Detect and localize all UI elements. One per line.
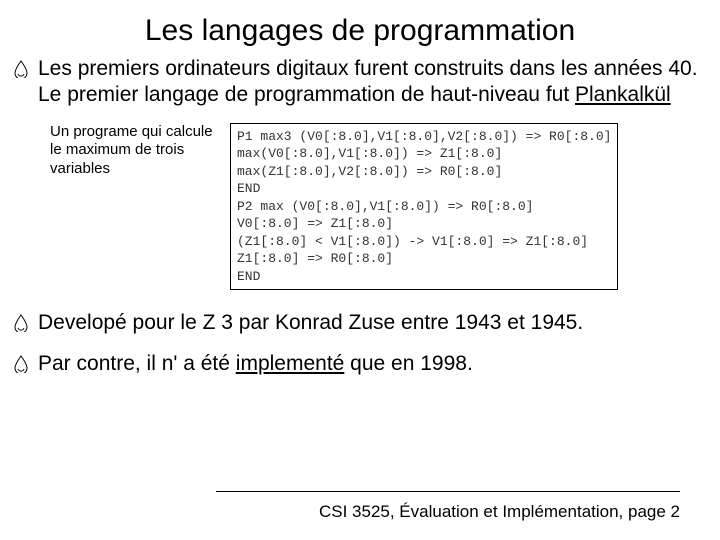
droplet-icon bbox=[14, 351, 38, 373]
bullet-item: Par contre, il n' a été implementé que e… bbox=[14, 351, 706, 377]
bullet-text: Les premiers ordinateurs digitaux furent… bbox=[38, 56, 706, 109]
bullet-text: Developé pour le Z 3 par Konrad Zuse ent… bbox=[38, 310, 706, 336]
example-caption: Un programe qui calcule le maximum de tr… bbox=[50, 123, 230, 179]
text-segment: que en 1998. bbox=[344, 352, 472, 375]
link-text[interactable]: implementé bbox=[236, 352, 345, 375]
footer-text: CSI 3525, Évaluation et Implémentation, … bbox=[319, 502, 680, 522]
slide: Les langages de programmation Les premie… bbox=[0, 0, 720, 540]
slide-title: Les langages de programmation bbox=[0, 0, 720, 56]
droplet-icon bbox=[14, 56, 38, 78]
bullet-text: Par contre, il n' a été implementé que e… bbox=[38, 351, 706, 377]
example-block: Un programe qui calcule le maximum de tr… bbox=[50, 123, 706, 291]
code-sample: P1 max3 (V0[:8.0],V1[:8.0],V2[:8.0]) => … bbox=[230, 123, 618, 291]
text-segment: Par contre, il n' a été bbox=[38, 352, 236, 375]
bullet-item: Les premiers ordinateurs digitaux furent… bbox=[14, 56, 706, 109]
droplet-icon bbox=[14, 310, 38, 332]
bullet-item: Developé pour le Z 3 par Konrad Zuse ent… bbox=[14, 310, 706, 336]
footer-divider bbox=[216, 491, 680, 492]
slide-body: Les premiers ordinateurs digitaux furent… bbox=[0, 56, 720, 377]
text-segment: Developé pour le Z 3 par Konrad Zuse ent… bbox=[38, 311, 583, 334]
link-text[interactable]: Plankalkül bbox=[575, 83, 671, 106]
